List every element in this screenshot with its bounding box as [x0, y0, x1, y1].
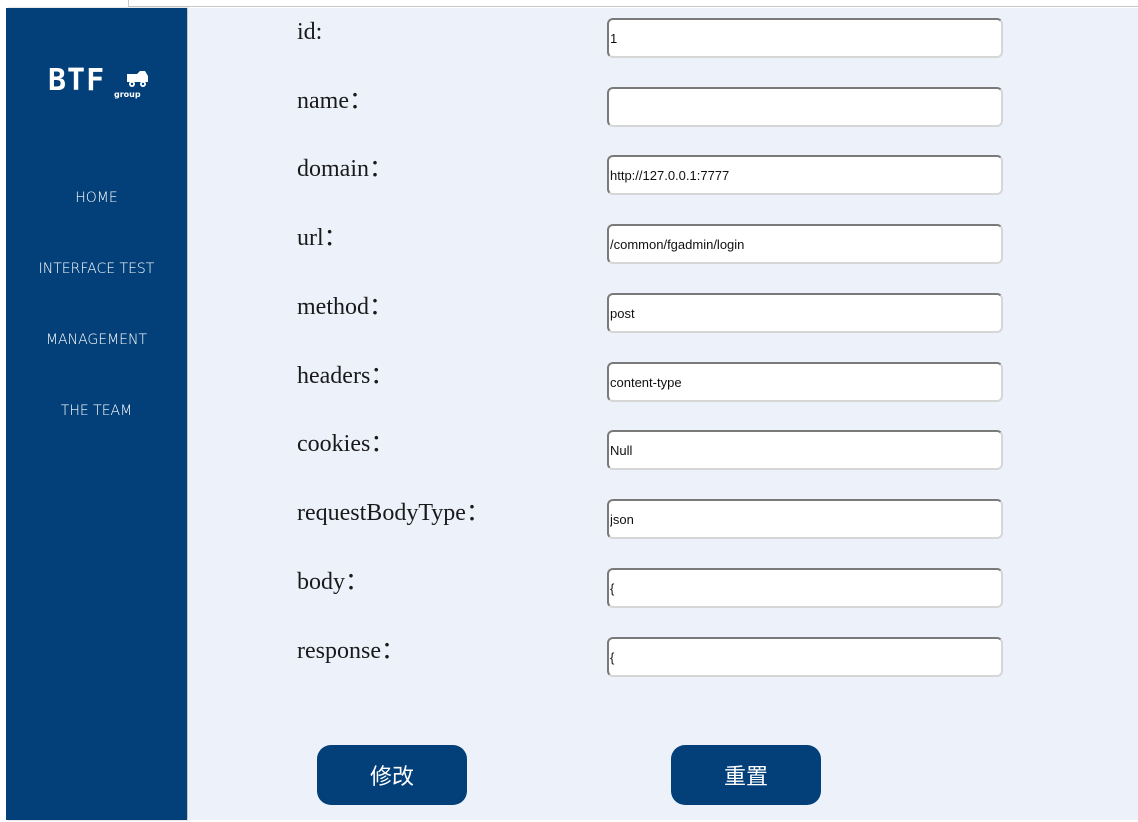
nav-item-interface-test[interactable]: INTERFACE TEST	[6, 261, 187, 277]
request-body-type-field[interactable]	[607, 499, 1003, 539]
field-label-domain: domain：	[297, 156, 393, 182]
logo: BTF group	[48, 64, 148, 104]
field-label-request-body-type: requestBodyType：	[297, 500, 490, 526]
body-field[interactable]	[607, 568, 1003, 608]
logo-subtext: group	[114, 90, 141, 99]
field-label-body: body：	[297, 569, 369, 595]
field-label-url: url：	[297, 225, 348, 251]
method-field[interactable]	[607, 293, 1003, 333]
url-field[interactable]	[607, 224, 1003, 264]
truck-icon	[127, 71, 148, 87]
logo-text: BTF	[48, 63, 106, 98]
sidebar: BTF group HOME INTERFACE TEST MANAGEMENT…	[6, 8, 187, 820]
nav-item-the-team[interactable]: THE TEAM	[6, 403, 187, 419]
main-content: id: name： domain： url： method： headers： …	[188, 8, 1138, 820]
field-label-method: method：	[297, 294, 393, 320]
modify-button[interactable]: 修改	[317, 745, 467, 805]
field-label-response: response：	[297, 638, 405, 664]
reset-button[interactable]: 重置	[671, 745, 821, 805]
cookies-field[interactable]	[607, 430, 1003, 470]
field-label-headers: headers：	[297, 363, 395, 389]
field-label-id: id:	[297, 19, 323, 45]
nav-item-home[interactable]: HOME	[6, 190, 187, 206]
field-label-cookies: cookies：	[297, 431, 395, 457]
field-label-name: name：	[297, 88, 373, 114]
id-field[interactable]	[607, 18, 1003, 58]
response-field[interactable]	[607, 637, 1003, 677]
domain-field[interactable]	[607, 155, 1003, 195]
name-field[interactable]	[607, 87, 1003, 127]
app-window: BTF group HOME INTERFACE TEST MANAGEMENT…	[0, 0, 1138, 822]
top-frame-edge	[128, 0, 1138, 7]
headers-field[interactable]	[607, 362, 1003, 402]
nav-item-management[interactable]: MANAGEMENT	[6, 332, 187, 348]
